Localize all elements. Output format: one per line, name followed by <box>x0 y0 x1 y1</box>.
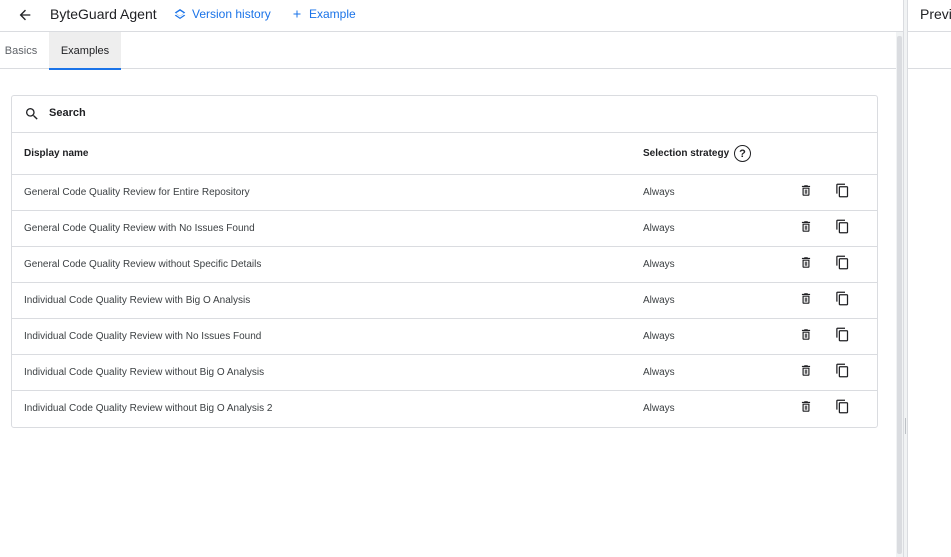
copy-icon <box>835 219 850 239</box>
delete-button[interactable] <box>797 292 815 310</box>
example-display-name[interactable]: Individual Code Quality Review without B… <box>24 367 264 378</box>
copy-icon <box>835 327 850 347</box>
column-header-selection-strategy[interactable]: Selection strategy <box>643 148 729 159</box>
preview-panel: Preview <box>908 0 951 557</box>
example-display-name[interactable]: General Code Quality Review with No Issu… <box>24 223 255 234</box>
trash-icon <box>799 363 813 383</box>
copy-icon <box>835 399 850 419</box>
trash-icon <box>799 219 813 239</box>
copy-icon <box>835 255 850 275</box>
delete-button[interactable] <box>797 184 815 202</box>
trash-icon <box>799 183 813 203</box>
search-icon <box>26 108 38 120</box>
table-row[interactable]: Individual Code Quality Review with Big … <box>12 283 877 319</box>
example-selection-strategy: Always <box>643 295 675 306</box>
version-history-label: Version history <box>192 7 271 21</box>
duplicate-button[interactable] <box>833 363 851 383</box>
back-arrow-icon <box>19 9 31 21</box>
trash-icon <box>799 327 813 347</box>
trash-icon <box>799 399 813 419</box>
table-row[interactable]: Individual Code Quality Review without B… <box>12 355 877 391</box>
example-selection-strategy: Always <box>643 367 675 378</box>
example-selection-strategy: Always <box>643 331 675 342</box>
help-icon[interactable]: ? <box>734 145 751 162</box>
copy-icon <box>835 183 850 203</box>
search-bar[interactable]: Search <box>12 96 877 133</box>
table-row[interactable]: General Code Quality Review for Entire R… <box>12 175 877 211</box>
example-display-name[interactable]: General Code Quality Review for Entire R… <box>24 187 250 198</box>
duplicate-button[interactable] <box>833 327 851 347</box>
add-example-button[interactable]: Example <box>291 7 356 21</box>
plus-icon <box>293 10 301 18</box>
top-bar: ByteGuard Agent Version history Example <box>0 0 903 32</box>
back-button[interactable] <box>14 4 36 26</box>
delete-button[interactable] <box>797 400 815 418</box>
trash-icon <box>799 255 813 275</box>
example-selection-strategy: Always <box>643 187 675 198</box>
agent-title: ByteGuard Agent <box>50 6 157 22</box>
delete-button[interactable] <box>797 256 815 274</box>
delete-button[interactable] <box>797 328 815 346</box>
preview-title: Preview <box>920 6 951 22</box>
duplicate-button[interactable] <box>833 291 851 311</box>
example-display-name[interactable]: Individual Code Quality Review without B… <box>24 403 272 414</box>
scrollbar[interactable] <box>896 32 903 557</box>
column-header-display-name[interactable]: Display name <box>24 148 88 159</box>
table-row[interactable]: General Code Quality Review with No Issu… <box>12 211 877 247</box>
preview-header: Preview <box>908 0 951 32</box>
delete-button[interactable] <box>797 220 815 238</box>
tab-bar: Basics Examples <box>0 32 896 70</box>
table-row[interactable]: Individual Code Quality Review with No I… <box>12 319 877 355</box>
copy-icon <box>835 291 850 311</box>
resize-grip <box>905 418 906 434</box>
example-selection-strategy: Always <box>643 223 675 234</box>
add-example-label: Example <box>309 7 356 21</box>
example-display-name[interactable]: Individual Code Quality Review with No I… <box>24 331 261 342</box>
table-row[interactable]: Individual Code Quality Review without B… <box>12 391 877 427</box>
tab-examples[interactable]: Examples <box>49 32 121 70</box>
duplicate-button[interactable] <box>833 255 851 275</box>
duplicate-button[interactable] <box>833 219 851 239</box>
example-selection-strategy: Always <box>643 259 675 270</box>
table-header: Display name Selection strategy ? <box>12 133 877 175</box>
duplicate-button[interactable] <box>833 183 851 203</box>
example-selection-strategy: Always <box>643 403 675 414</box>
example-display-name[interactable]: Individual Code Quality Review with Big … <box>24 295 250 306</box>
version-history-button[interactable]: Version history <box>174 7 271 21</box>
duplicate-button[interactable] <box>833 399 851 419</box>
preview-toolbar <box>908 32 951 69</box>
examples-table-card: Search Display name Selection strategy ?… <box>11 95 878 428</box>
tab-basics[interactable]: Basics <box>0 32 42 69</box>
table-row[interactable]: General Code Quality Review without Spec… <box>12 247 877 283</box>
example-display-name[interactable]: General Code Quality Review without Spec… <box>24 259 261 270</box>
layers-icon <box>174 9 186 19</box>
trash-icon <box>799 291 813 311</box>
scrollbar-thumb[interactable] <box>897 36 902 554</box>
delete-button[interactable] <box>797 364 815 382</box>
copy-icon <box>835 363 850 383</box>
search-label: Search <box>49 107 86 119</box>
